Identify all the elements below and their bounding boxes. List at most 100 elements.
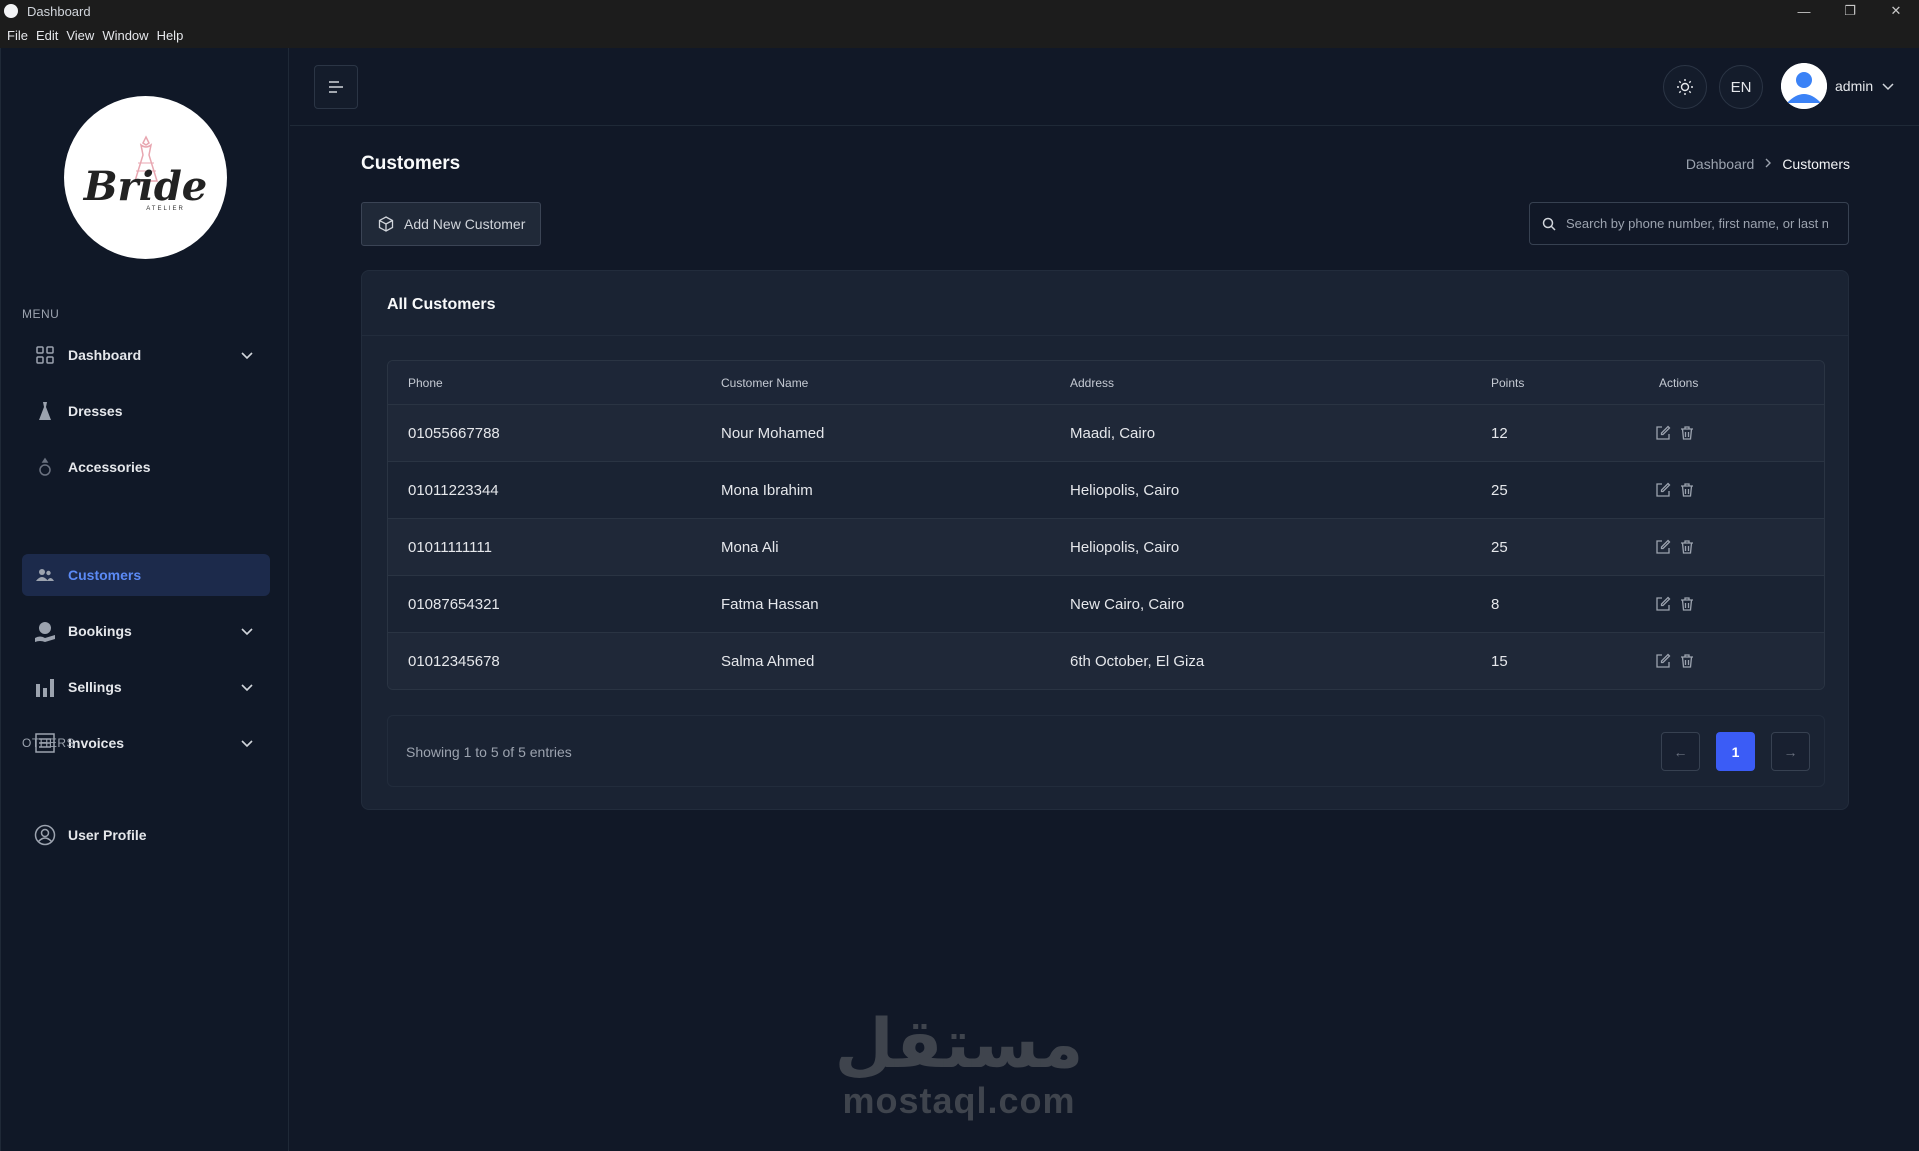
table-row: 01087654321 Fatma Hassan New Cairo, Cair… bbox=[388, 575, 1824, 632]
user-name[interactable]: admin bbox=[1835, 78, 1873, 94]
minimize-button[interactable]: — bbox=[1781, 0, 1827, 22]
others-section-label: OTHERS bbox=[22, 736, 76, 750]
chevron-down-icon bbox=[241, 684, 253, 692]
sidebar-item-bookings[interactable]: Bookings bbox=[22, 610, 270, 652]
logo-wordmark: Bride bbox=[83, 163, 208, 210]
app-icon bbox=[4, 4, 18, 18]
sidebar-item-label: Invoices bbox=[68, 735, 125, 751]
sidebar-toggle-button[interactable] bbox=[314, 65, 358, 109]
divider bbox=[362, 335, 1848, 336]
edit-icon[interactable] bbox=[1655, 539, 1671, 555]
dress-icon bbox=[34, 400, 56, 422]
sidebar-item-accessories[interactable]: Accessories bbox=[22, 446, 270, 488]
table-header: Phone Customer Name Address Points Actio… bbox=[388, 361, 1824, 404]
booking-icon bbox=[34, 620, 56, 642]
column-header-name[interactable]: Customer Name bbox=[721, 376, 808, 390]
search-icon bbox=[1542, 217, 1556, 231]
edit-icon[interactable] bbox=[1655, 596, 1671, 612]
menu-help[interactable]: Help bbox=[157, 28, 184, 43]
column-header-points[interactable]: Points bbox=[1491, 376, 1524, 390]
sidebar-item-dashboard[interactable]: Dashboard bbox=[22, 334, 270, 376]
cell-points: 15 bbox=[1491, 653, 1508, 670]
table-footer: Showing 1 to 5 of 5 entries ← 1 → bbox=[387, 715, 1825, 787]
chevron-down-icon[interactable] bbox=[1882, 82, 1894, 92]
trash-icon[interactable] bbox=[1679, 425, 1695, 441]
trash-icon[interactable] bbox=[1679, 482, 1695, 498]
chevron-down-icon bbox=[241, 740, 253, 748]
trash-icon[interactable] bbox=[1679, 653, 1695, 669]
sidebar-item-label: Dashboard bbox=[68, 347, 142, 363]
top-header: EN admin bbox=[290, 48, 1919, 126]
cell-phone: 01087654321 bbox=[408, 596, 500, 613]
watermark-arabic: مستقل bbox=[834, 1005, 1084, 1084]
breadcrumb-current: Customers bbox=[1782, 156, 1850, 172]
column-header-actions: Actions bbox=[1659, 376, 1699, 390]
cell-points: 8 bbox=[1491, 596, 1500, 613]
sidebar: Bride ATELIER MENU Dashboard Dresses Acc… bbox=[0, 48, 289, 1151]
cell-name: Fatma Hassan bbox=[721, 596, 819, 613]
cell-phone: 01011111111 bbox=[408, 539, 492, 556]
card-title: All Customers bbox=[387, 296, 496, 313]
cell-name: Salma Ahmed bbox=[721, 653, 815, 670]
page-title: Customers bbox=[361, 153, 461, 174]
edit-icon[interactable] bbox=[1655, 653, 1671, 669]
menu-file[interactable]: File bbox=[7, 28, 28, 43]
edit-icon[interactable] bbox=[1655, 482, 1671, 498]
pagination-next-button[interactable]: → bbox=[1771, 732, 1810, 771]
users-icon bbox=[34, 564, 56, 586]
sidebar-item-sellings[interactable]: Sellings bbox=[22, 666, 270, 708]
cell-points: 12 bbox=[1491, 425, 1508, 442]
avatar[interactable] bbox=[1781, 63, 1827, 109]
sidebar-item-user-profile[interactable]: User Profile bbox=[22, 814, 270, 856]
search-box[interactable] bbox=[1529, 202, 1849, 245]
window-title: Dashboard bbox=[27, 3, 91, 19]
sidebar-item-label: User Profile bbox=[68, 827, 147, 843]
language-button[interactable]: EN bbox=[1719, 65, 1763, 109]
sidebar-item-label: Customers bbox=[68, 567, 142, 583]
column-header-address[interactable]: Address bbox=[1070, 376, 1114, 390]
sidebar-item-label: Bookings bbox=[68, 623, 132, 639]
menu-window[interactable]: Window bbox=[102, 28, 148, 43]
customers-table: Phone Customer Name Address Points Actio… bbox=[387, 360, 1825, 690]
brand-logo[interactable]: Bride ATELIER bbox=[64, 96, 227, 259]
breadcrumb-link-dashboard[interactable]: Dashboard bbox=[1686, 156, 1755, 172]
restore-button[interactable]: ❐ bbox=[1827, 0, 1873, 22]
pagination-page-1[interactable]: 1 bbox=[1716, 732, 1755, 771]
add-customer-label: Add New Customer bbox=[404, 216, 526, 232]
cell-address: Heliopolis, Cairo bbox=[1070, 482, 1180, 499]
table-row: 01011223344 Mona Ibrahim Heliopolis, Cai… bbox=[388, 461, 1824, 518]
sidebar-item-customers[interactable]: Customers bbox=[22, 554, 270, 596]
chevron-down-icon bbox=[241, 352, 253, 360]
table-row: 01011111111 Mona Ali Heliopolis, Cairo 2… bbox=[388, 518, 1824, 575]
add-customer-button[interactable]: Add New Customer bbox=[361, 202, 541, 246]
cell-points: 25 bbox=[1491, 539, 1508, 556]
grid-icon bbox=[34, 344, 56, 366]
trash-icon[interactable] bbox=[1679, 596, 1695, 612]
menu-icon bbox=[329, 81, 343, 93]
cell-points: 25 bbox=[1491, 482, 1508, 499]
entries-info: Showing 1 to 5 of 5 entries bbox=[406, 744, 572, 760]
sidebar-item-dresses[interactable]: Dresses bbox=[22, 390, 270, 432]
cell-address: 6th October, El Giza bbox=[1070, 653, 1205, 670]
sidebar-item-label: Dresses bbox=[68, 403, 123, 419]
user-circle-icon bbox=[34, 824, 56, 846]
column-header-phone[interactable]: Phone bbox=[408, 376, 443, 390]
watermark-latin: mostaql.com bbox=[842, 1080, 1076, 1121]
cell-name: Nour Mohamed bbox=[721, 425, 825, 442]
theme-toggle-button[interactable] bbox=[1663, 65, 1707, 109]
cell-name: Mona Ali bbox=[721, 539, 779, 556]
edit-icon[interactable] bbox=[1655, 425, 1671, 441]
menu-edit[interactable]: Edit bbox=[36, 28, 58, 43]
menu-bar: File Edit View Window Help bbox=[0, 22, 1919, 48]
close-button[interactable]: ✕ bbox=[1873, 0, 1919, 22]
table-row: 01012345678 Salma Ahmed 6th October, El … bbox=[388, 632, 1824, 689]
sun-icon bbox=[1677, 79, 1693, 95]
cell-phone: 01055667788 bbox=[408, 425, 500, 442]
cell-address: Maadi, Cairo bbox=[1070, 425, 1156, 442]
sidebar-item-label: Accessories bbox=[68, 459, 151, 475]
cell-phone: 01012345678 bbox=[408, 653, 500, 670]
pagination-prev-button[interactable]: ← bbox=[1661, 732, 1700, 771]
menu-view[interactable]: View bbox=[66, 28, 94, 43]
search-input[interactable] bbox=[1566, 216, 1828, 231]
trash-icon[interactable] bbox=[1679, 539, 1695, 555]
